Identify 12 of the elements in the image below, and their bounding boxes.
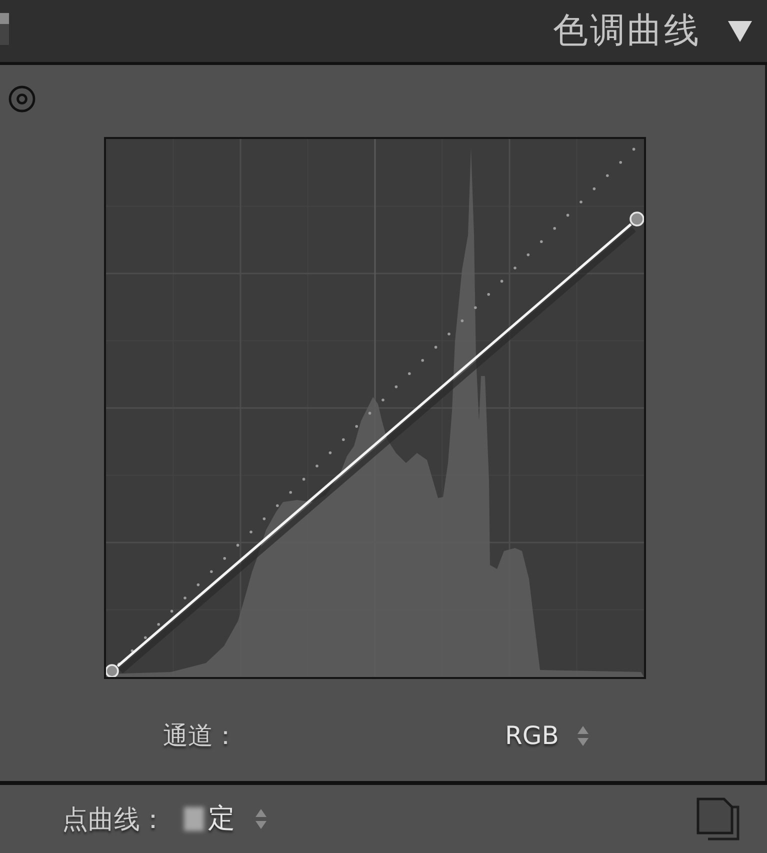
collapse-triangle-icon[interactable] (727, 19, 753, 43)
updown-arrows-icon (576, 724, 589, 746)
control-point[interactable] (630, 212, 644, 226)
point-curve-dropdown[interactable]: 定 (208, 804, 267, 834)
control-point[interactable] (106, 664, 119, 677)
channel-label: 通道： (163, 720, 238, 752)
updown-arrows-icon (255, 808, 267, 830)
point-curve-label: 点曲线： (62, 804, 166, 836)
panel-title: 色调曲线 (553, 12, 701, 50)
blurred-patch (184, 807, 204, 831)
partial-icon (0, 13, 9, 45)
channel-dropdown[interactable]: RGB (505, 722, 589, 750)
